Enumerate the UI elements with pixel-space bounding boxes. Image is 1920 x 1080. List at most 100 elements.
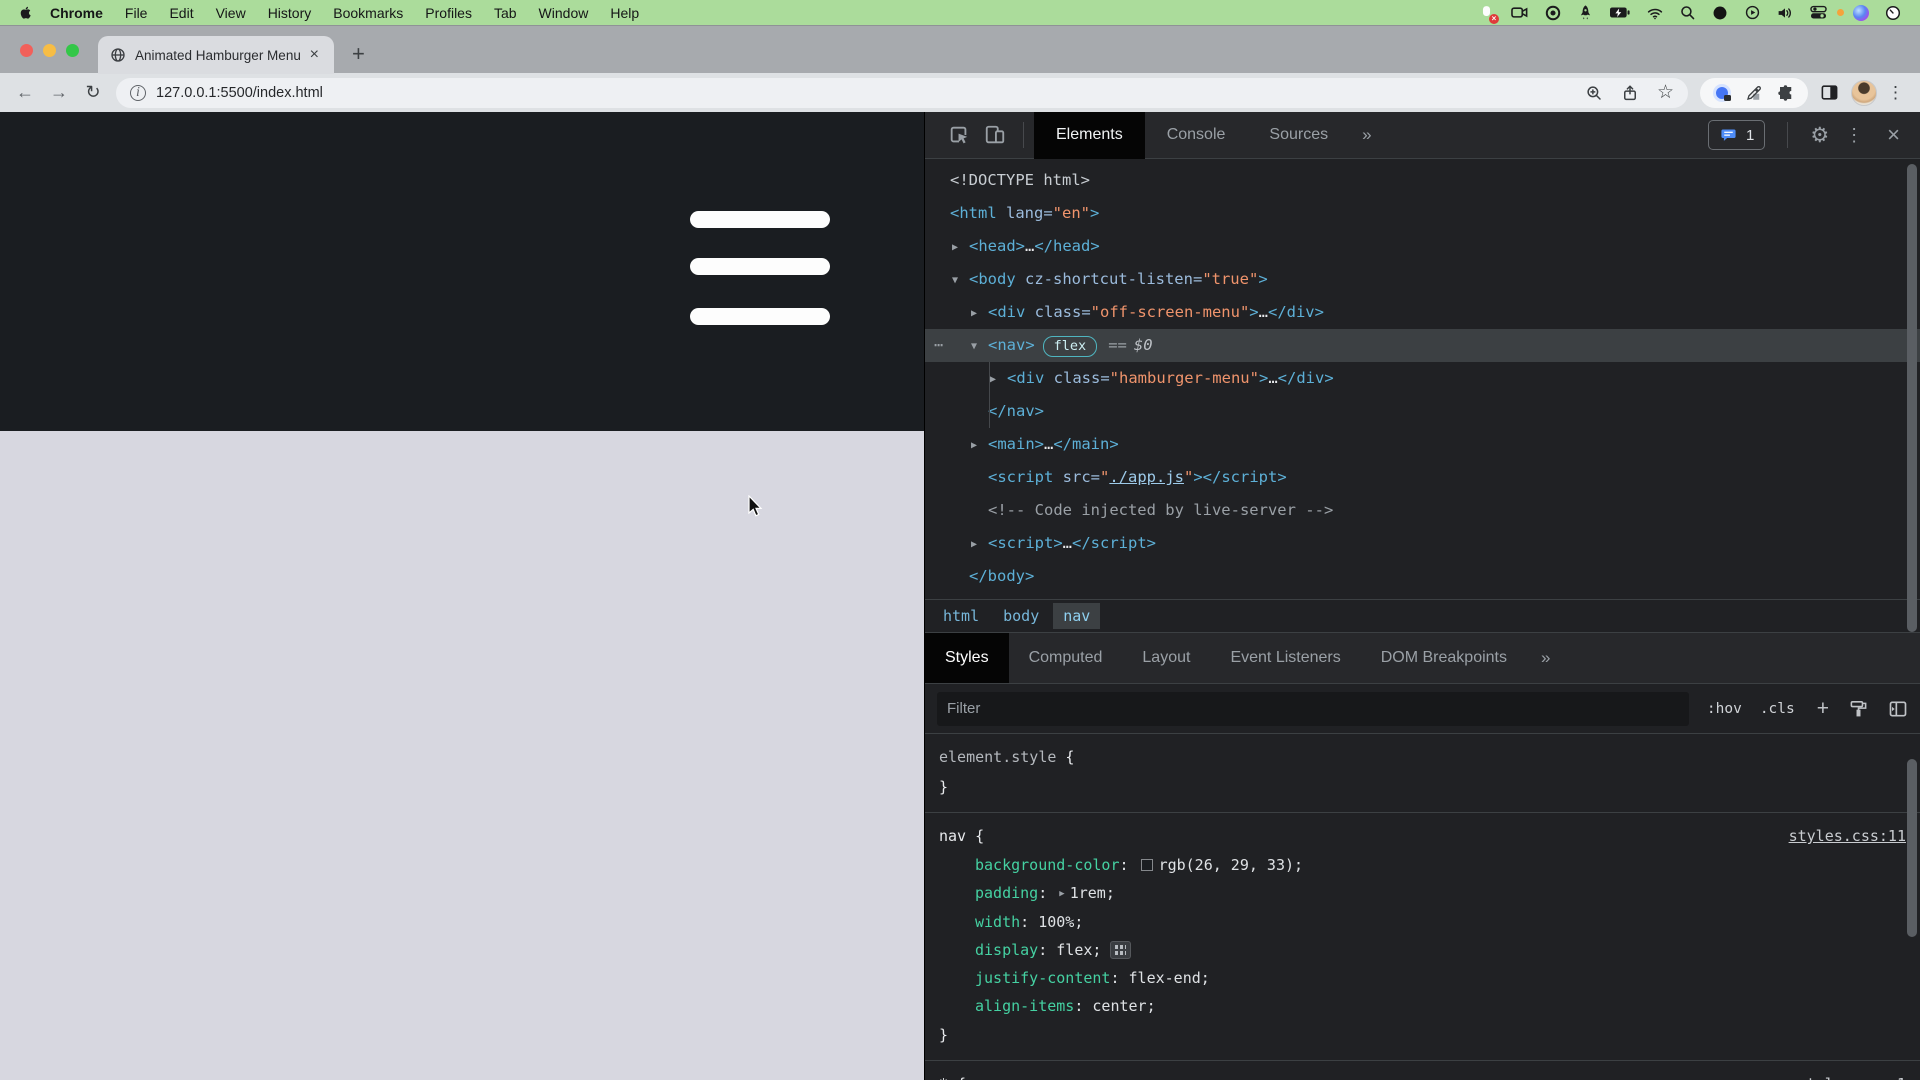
menu-chrome[interactable]: Chrome [39, 5, 114, 21]
color-swatch[interactable] [1141, 859, 1153, 871]
record-icon[interactable] [1544, 4, 1562, 22]
share-icon[interactable] [1621, 84, 1639, 102]
tab-layout[interactable]: Layout [1122, 633, 1210, 683]
breadcrumb-html[interactable]: html [933, 603, 989, 629]
menu-view[interactable]: View [205, 5, 257, 21]
window-close-button[interactable] [20, 44, 33, 57]
dom-tree-row[interactable]: </nav> [925, 395, 1920, 428]
clock-icon[interactable] [1884, 4, 1902, 22]
privacy-extension-icon[interactable] [1713, 84, 1731, 102]
css-property-row[interactable]: width: 100%; [939, 908, 1906, 936]
devtools-close-icon[interactable]: × [1879, 122, 1908, 148]
forward-icon[interactable]: → [44, 82, 74, 103]
dom-tree-row[interactable]: </body> [925, 560, 1920, 593]
dom-tree-row[interactable]: <html lang="en"> [925, 197, 1920, 230]
address-bar[interactable]: i 127.0.0.1:5500/index.html ☆ [116, 78, 1688, 108]
recording-dot-icon[interactable] [1711, 4, 1729, 22]
apple-logo-icon[interactable] [16, 5, 39, 20]
spotlight-search-icon[interactable] [1679, 4, 1696, 21]
video-camera-icon[interactable] [1510, 3, 1529, 22]
expand-arrow-open-icon[interactable]: ▼ [952, 264, 969, 297]
css-selector[interactable]: element.style [939, 748, 1056, 766]
css-property-row[interactable]: padding: ▶1rem; [939, 879, 1906, 908]
issues-button[interactable]: 1 [1708, 120, 1765, 150]
more-tabs-icon[interactable]: » [1350, 125, 1383, 145]
dom-tree-row[interactable]: <!-- Code injected by live-server --> [925, 494, 1920, 527]
node-options-dots[interactable]: ⋯ [934, 329, 943, 362]
hamburger-menu-button[interactable] [690, 211, 830, 342]
menu-history[interactable]: History [257, 5, 323, 21]
expand-arrow-closed-icon[interactable]: ▶ [971, 429, 988, 462]
css-property-row[interactable]: display: flex; [939, 936, 1906, 964]
menu-edit[interactable]: Edit [158, 5, 204, 21]
more-styles-tabs-icon[interactable]: » [1527, 648, 1564, 668]
dom-tree-row[interactable]: <!DOCTYPE html> [925, 164, 1920, 197]
tab-dom-breakpoints[interactable]: DOM Breakpoints [1361, 633, 1527, 683]
extensions-puzzle-icon[interactable] [1777, 84, 1795, 102]
stylesheet-link[interactable]: styles.css:11 [1789, 821, 1906, 851]
url-text[interactable]: 127.0.0.1:5500/index.html [156, 85, 323, 101]
menu-profiles[interactable]: Profiles [414, 5, 483, 21]
expand-shorthand-icon[interactable]: ▶ [1059, 889, 1064, 899]
tab-event-listeners[interactable]: Event Listeners [1210, 633, 1360, 683]
tab-console[interactable]: Console [1145, 112, 1248, 159]
dom-tree-row[interactable]: <script src="./app.js"></script> [925, 461, 1920, 494]
new-tab-button[interactable]: + [352, 41, 365, 67]
dom-tree-row[interactable]: ▶<div class="hamburger-menu">…</div> [925, 362, 1920, 395]
tab-elements[interactable]: Elements [1034, 112, 1145, 159]
rocket-icon[interactable] [1577, 4, 1594, 21]
profile-avatar[interactable] [1851, 80, 1877, 106]
battery-charging-icon[interactable] [1609, 5, 1631, 20]
dom-tree-row[interactable]: ▶<main>…</main> [925, 428, 1920, 461]
menu-file[interactable]: File [114, 5, 159, 21]
device-toolbar-icon[interactable] [977, 124, 1013, 146]
flex-editor-icon[interactable] [1110, 941, 1131, 959]
eyedropper-extension-icon[interactable] [1745, 84, 1763, 102]
volume-icon[interactable] [1776, 4, 1794, 22]
css-selector[interactable]: * [939, 1075, 948, 1080]
menu-kebab-icon[interactable]: ⋮ [1881, 83, 1910, 103]
back-icon[interactable]: ← [10, 82, 40, 103]
expand-arrow-open-icon[interactable]: ▼ [971, 330, 988, 363]
css-property-row[interactable]: align-items: center; [939, 992, 1906, 1020]
bookmark-star-icon[interactable]: ☆ [1657, 84, 1674, 102]
dock-sidebar-icon[interactable] [1888, 699, 1908, 719]
zoom-icon[interactable] [1585, 84, 1603, 102]
expand-arrow-closed-icon[interactable]: ▶ [971, 297, 988, 330]
breadcrumb-nav[interactable]: nav [1053, 603, 1100, 629]
toggle-hover-state[interactable]: :hov [1707, 701, 1742, 717]
wifi-icon[interactable] [1646, 4, 1664, 22]
mic-muted-icon[interactable]: × [1478, 4, 1495, 21]
window-minimize-button[interactable] [43, 44, 56, 57]
css-property-row[interactable]: justify-content: flex-end; [939, 964, 1906, 992]
tab-computed[interactable]: Computed [1009, 633, 1123, 683]
rendering-paint-icon[interactable] [1849, 699, 1868, 718]
side-panel-icon[interactable] [1820, 83, 1839, 102]
styles-scrollbar[interactable] [1907, 759, 1917, 937]
new-style-rule-icon[interactable]: + [1817, 697, 1829, 721]
play-circle-icon[interactable] [1744, 4, 1761, 21]
reload-icon[interactable]: ↻ [78, 82, 108, 103]
settings-gear-icon[interactable]: ⚙ [1810, 123, 1829, 148]
expand-arrow-closed-icon[interactable]: ▶ [990, 363, 1007, 396]
menu-bookmarks[interactable]: Bookmarks [322, 5, 414, 21]
dom-tree-row[interactable]: ⋯▼<nav>flex==$0 [925, 329, 1920, 362]
css-selector[interactable]: nav [939, 827, 966, 845]
css-property-row[interactable]: background-color: rgb(26, 29, 33); [939, 851, 1906, 879]
expand-arrow-closed-icon[interactable]: ▶ [952, 231, 969, 264]
siri-icon[interactable] [1853, 5, 1869, 21]
dom-tree-row[interactable]: ▼<body cz-shortcut-listen="true"> [925, 263, 1920, 296]
breadcrumb-body[interactable]: body [993, 603, 1049, 629]
menu-tab[interactable]: Tab [483, 5, 528, 21]
stylesheet-link[interactable]: styles.css:1 [1798, 1069, 1906, 1080]
window-zoom-button[interactable] [66, 44, 79, 57]
menu-window[interactable]: Window [528, 5, 600, 21]
inspect-element-icon[interactable] [941, 124, 977, 146]
browser-tab[interactable]: Animated Hamburger Menu × [98, 36, 334, 74]
tab-sources[interactable]: Sources [1247, 112, 1350, 159]
toggle-class[interactable]: .cls [1760, 701, 1795, 717]
tab-close-icon[interactable]: × [307, 46, 322, 64]
dom-tree-scrollbar[interactable] [1907, 164, 1917, 632]
dom-tree-row[interactable]: ▶<script>…</script> [925, 527, 1920, 560]
dom-tree-row[interactable]: ▶<div class="off-screen-menu">…</div> [925, 296, 1920, 329]
